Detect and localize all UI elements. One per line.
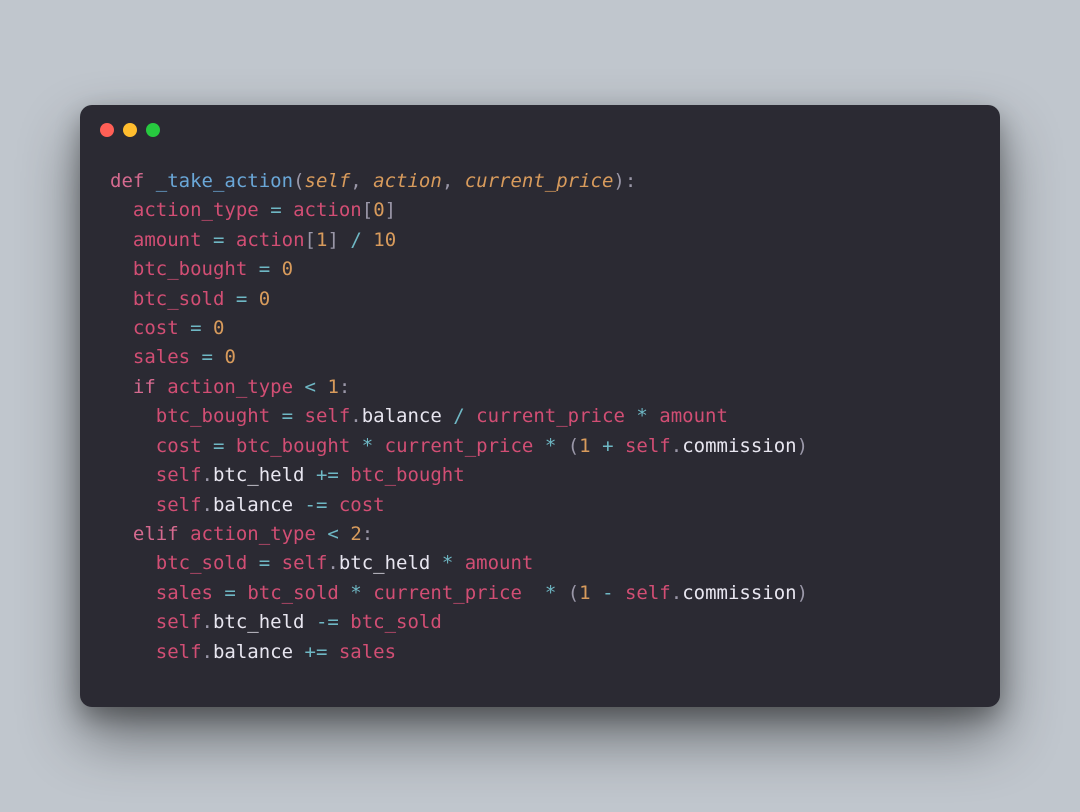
num-0: 0 [213, 317, 224, 339]
num-0: 0 [259, 288, 270, 310]
var-current-price: current_price [373, 582, 522, 604]
var-amount: amount [465, 552, 534, 574]
self-ref: self [625, 582, 671, 604]
num-0: 0 [282, 258, 293, 280]
param-current-price: current_price [465, 170, 614, 192]
param-action: action [373, 170, 442, 192]
var-btc-bought: btc_bought [133, 258, 247, 280]
code-window: def _take_action(self, action, current_p… [80, 105, 1000, 707]
attr-btc-held: btc_held [213, 464, 305, 486]
attr-commission: commission [682, 435, 796, 457]
var-action-type: action_type [133, 199, 259, 221]
attr-balance: balance [213, 641, 293, 663]
var-amount: amount [659, 405, 728, 427]
var-action: action [293, 199, 362, 221]
num-1: 1 [327, 376, 338, 398]
num-1: 1 [579, 435, 590, 457]
close-icon[interactable] [100, 123, 114, 137]
num-2: 2 [350, 523, 361, 545]
attr-balance: balance [213, 494, 293, 516]
self-ref: self [156, 611, 202, 633]
var-sales: sales [339, 641, 396, 663]
num-1: 1 [579, 582, 590, 604]
self-ref: self [625, 435, 671, 457]
attr-balance: balance [362, 405, 442, 427]
self-ref: self [156, 494, 202, 516]
param-self: self [305, 170, 351, 192]
self-ref: self [156, 464, 202, 486]
var-action-type: action_type [190, 523, 316, 545]
var-cost: cost [339, 494, 385, 516]
var-btc-sold: btc_sold [350, 611, 442, 633]
var-sales: sales [133, 346, 190, 368]
keyword-def: def [110, 170, 144, 192]
var-sales: sales [156, 582, 213, 604]
var-btc-sold: btc_sold [133, 288, 225, 310]
var-cost: cost [133, 317, 179, 339]
self-ref: self [305, 405, 351, 427]
keyword-if: if [133, 376, 156, 398]
attr-btc-held: btc_held [213, 611, 305, 633]
var-btc-sold: btc_sold [156, 552, 248, 574]
var-current-price: current_price [476, 405, 625, 427]
num-1: 1 [316, 229, 327, 251]
var-btc-sold: btc_sold [247, 582, 339, 604]
var-current-price: current_price [385, 435, 534, 457]
var-btc-bought: btc_bought [350, 464, 464, 486]
minimize-icon[interactable] [123, 123, 137, 137]
num-10: 10 [373, 229, 396, 251]
attr-commission: commission [682, 582, 796, 604]
var-action: action [236, 229, 305, 251]
window-titlebar [80, 105, 1000, 147]
function-name: _take_action [156, 170, 293, 192]
attr-btc-held: btc_held [339, 552, 431, 574]
keyword-elif: elif [133, 523, 179, 545]
num-0: 0 [373, 199, 384, 221]
var-action-type: action_type [167, 376, 293, 398]
var-btc-bought: btc_bought [156, 405, 270, 427]
var-amount: amount [133, 229, 202, 251]
code-block: def _take_action(self, action, current_p… [80, 147, 1000, 677]
var-cost: cost [156, 435, 202, 457]
num-0: 0 [224, 346, 235, 368]
self-ref: self [282, 552, 328, 574]
var-btc-bought: btc_bought [236, 435, 350, 457]
maximize-icon[interactable] [146, 123, 160, 137]
self-ref: self [156, 641, 202, 663]
